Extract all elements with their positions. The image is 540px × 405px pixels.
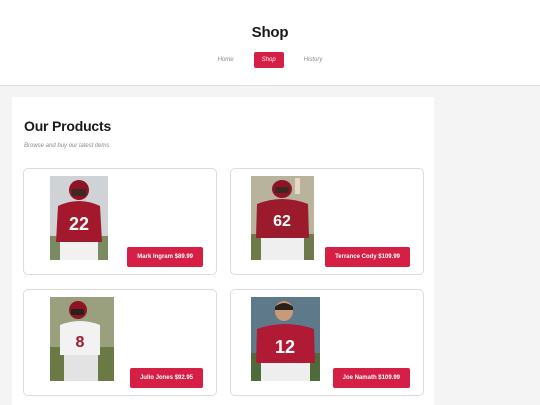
site-header: Shop Home Shop History bbox=[0, 0, 540, 86]
products-panel: Our Products Browse and buy our latest i… bbox=[12, 97, 434, 405]
buy-button-julio-jones[interactable]: Julio Jones $92.95 bbox=[129, 368, 203, 388]
nav-item-shop[interactable]: Shop bbox=[253, 52, 284, 68]
nav-item-history[interactable]: History bbox=[298, 52, 329, 68]
jersey-number: 22 bbox=[69, 214, 89, 234]
site-title: Shop bbox=[251, 24, 289, 41]
buy-button-mark-ingram[interactable]: Mark Ingram $89.99 bbox=[127, 247, 203, 267]
product-photo-joe-namath[interactable]: 12 bbox=[251, 297, 320, 381]
jersey-number: 8 bbox=[76, 334, 85, 351]
buy-button-terrance-cody[interactable]: Terrance Cody $109.99 bbox=[325, 247, 410, 267]
product-card-terrance-cody: 62 Terrance Cody $109.99 bbox=[230, 168, 424, 275]
product-card-julio-jones: 8 Julio Jones $92.95 bbox=[23, 289, 217, 396]
product-card-joe-namath: 12 Joe Namath $109.99 bbox=[230, 289, 424, 396]
jersey-number: 12 bbox=[275, 337, 295, 357]
product-photo-terrance-cody[interactable]: 62 bbox=[251, 176, 314, 260]
main-nav: Home Shop History bbox=[0, 52, 540, 68]
page-subtitle: Browse and buy our latest items bbox=[24, 143, 110, 149]
page-title: Our Products bbox=[24, 118, 112, 134]
product-card-mark-ingram: 22 Mark Ingram $89.99 bbox=[23, 168, 217, 275]
product-photo-mark-ingram[interactable]: 22 bbox=[50, 176, 108, 260]
buy-button-joe-namath[interactable]: Joe Namath $109.99 bbox=[332, 368, 410, 388]
nav-item-home[interactable]: Home bbox=[212, 52, 240, 68]
product-photo-julio-jones[interactable]: 8 bbox=[50, 297, 114, 381]
jersey-number: 62 bbox=[273, 213, 291, 230]
